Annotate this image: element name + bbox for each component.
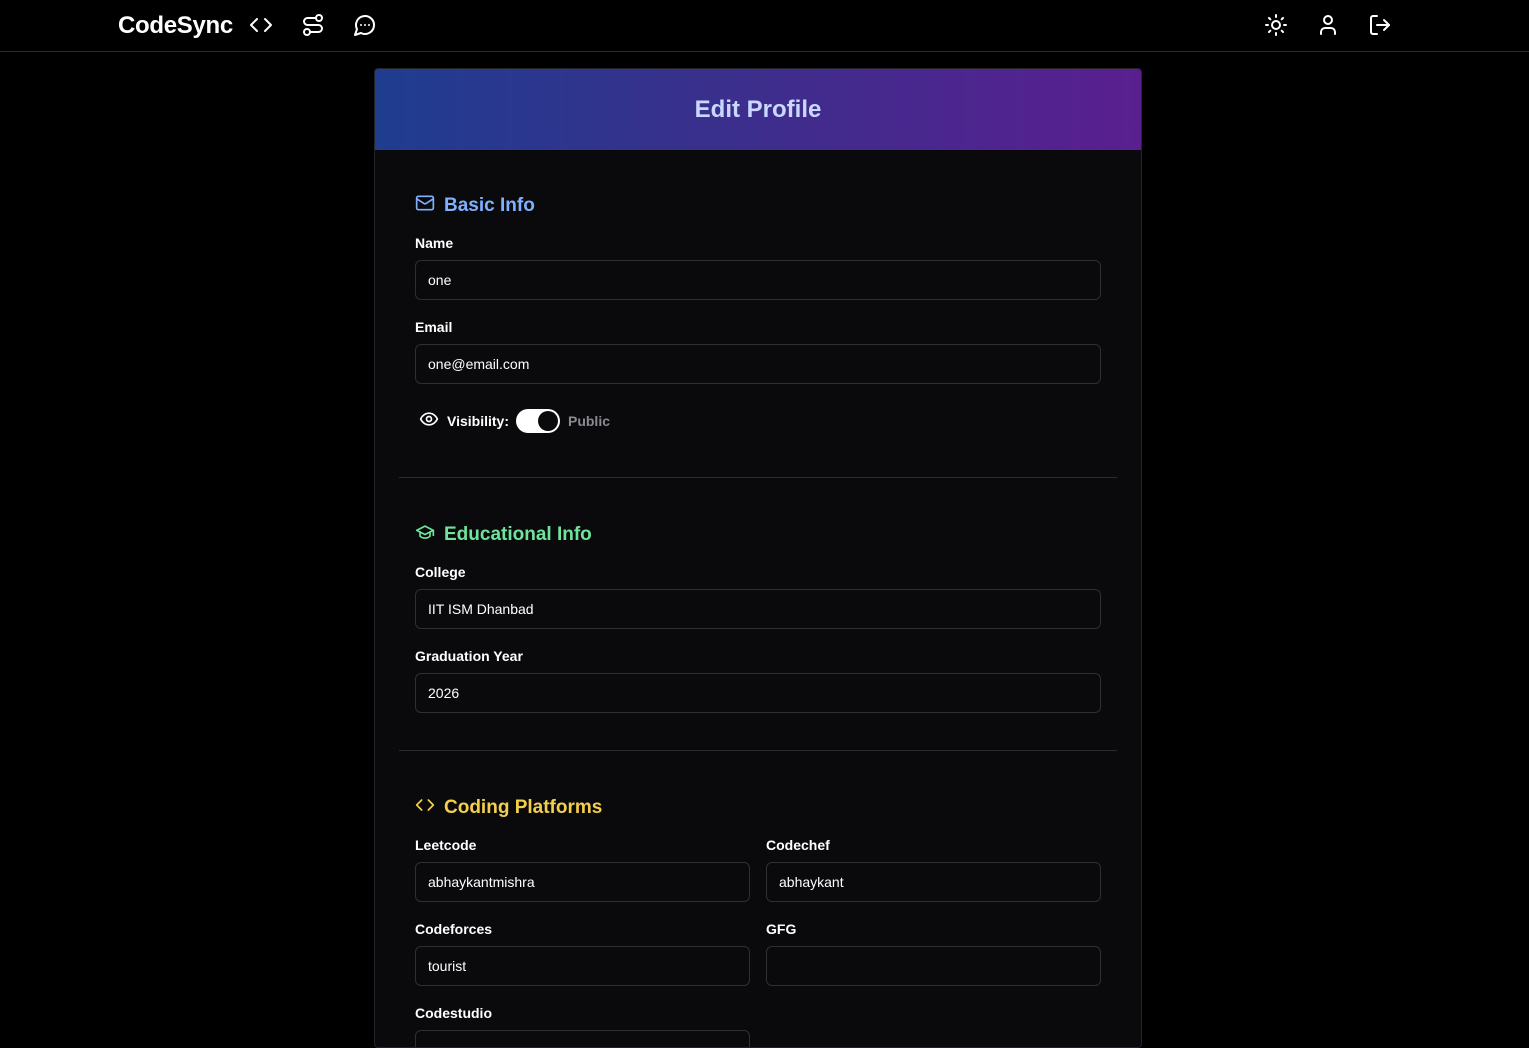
mail-icon <box>415 193 435 219</box>
codechef-field: Codechef <box>766 836 1101 902</box>
basic-info-heading: Basic Info <box>444 195 535 216</box>
brand-logo[interactable]: CodeSync <box>118 12 233 40</box>
chat-icon[interactable] <box>353 13 377 37</box>
codestudio-field: Codestudio <box>415 1004 750 1047</box>
code-icon <box>415 795 435 821</box>
code-icon[interactable] <box>249 13 273 37</box>
section-divider <box>399 477 1117 478</box>
leetcode-input[interactable] <box>415 862 750 902</box>
college-label: College <box>415 564 466 580</box>
email-field: Email <box>415 318 1101 384</box>
edit-profile-card: Edit Profile Basic Info Name Email Visib… <box>374 68 1142 1048</box>
college-field: College <box>415 563 1101 629</box>
graduation-cap-icon <box>415 522 435 548</box>
educational-info-heading: Educational Info <box>444 524 592 545</box>
top-navbar: CodeSync <box>0 0 1529 52</box>
user-icon[interactable] <box>1316 13 1340 37</box>
codeforces-field: Codeforces <box>415 920 750 986</box>
basic-info-section-title: Basic Info <box>415 193 1101 219</box>
educational-info-section-title: Educational Info <box>415 522 1101 548</box>
route-icon[interactable] <box>301 13 325 37</box>
email-label: Email <box>415 319 453 335</box>
visibility-state: Public <box>567 413 610 429</box>
name-input[interactable] <box>415 260 1101 300</box>
logout-icon[interactable] <box>1368 13 1392 37</box>
coding-platforms-section-title: Coding Platforms <box>415 795 1101 821</box>
toggle-knob <box>537 411 558 431</box>
graduation-year-label: Graduation Year <box>415 648 523 664</box>
coding-platforms-heading: Coding Platforms <box>444 797 603 818</box>
visibility-row: Visibility: Public <box>419 409 610 433</box>
leetcode-label: Leetcode <box>415 837 477 853</box>
eye-icon <box>419 409 439 434</box>
codestudio-label: Codestudio <box>415 1005 492 1021</box>
codechef-input[interactable] <box>766 862 1101 902</box>
sun-icon[interactable] <box>1264 13 1288 37</box>
visibility-toggle[interactable] <box>515 409 560 433</box>
gfg-input[interactable] <box>766 946 1101 986</box>
gfg-field: GFG <box>766 920 1101 986</box>
codeforces-input[interactable] <box>415 946 750 986</box>
college-input[interactable] <box>415 589 1101 629</box>
section-divider <box>399 750 1117 751</box>
email-input[interactable] <box>415 344 1101 384</box>
page-title: Edit Profile <box>694 95 822 123</box>
gfg-label: GFG <box>766 921 797 937</box>
name-field: Name <box>415 234 1101 300</box>
codeforces-label: Codeforces <box>415 921 493 937</box>
name-label: Name <box>415 235 454 251</box>
card-header: Edit Profile <box>375 69 1141 150</box>
codechef-label: Codechef <box>766 837 830 853</box>
graduation-year-field: Graduation Year <box>415 647 1101 713</box>
graduation-year-input[interactable] <box>415 673 1101 713</box>
leetcode-field: Leetcode <box>415 836 750 902</box>
codestudio-input[interactable] <box>415 1030 750 1047</box>
visibility-label: Visibility: <box>447 413 509 429</box>
